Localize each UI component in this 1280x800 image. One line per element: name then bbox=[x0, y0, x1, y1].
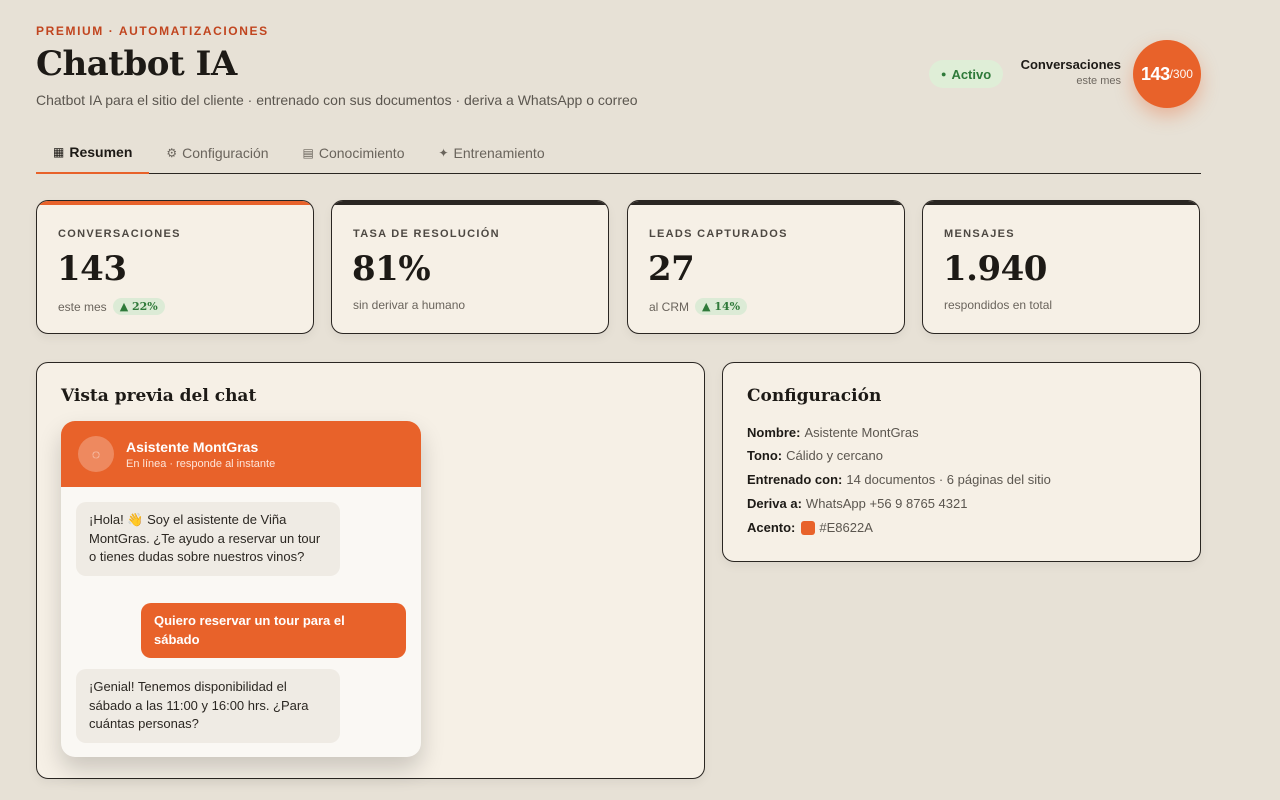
chat-message-bot: ¡Genial! Tenemos disponibilidad el sábad… bbox=[76, 669, 340, 743]
quota-used: 143 bbox=[1141, 63, 1170, 84]
tab-label: Configuración bbox=[182, 145, 269, 161]
stat-sub: al CRM ▲ 14% bbox=[649, 298, 748, 315]
document-icon: ▤ bbox=[302, 146, 314, 160]
config-value: Asistente MontGras bbox=[804, 425, 919, 440]
stat-card-tasa-resolucion: TASA DE RESOLUCIÓN 81% sin derivar a hum… bbox=[331, 200, 609, 334]
chat-widget[interactable]: ◌ Asistente MontGras En línea · responde… bbox=[61, 421, 421, 757]
config-key: Entrenado con: bbox=[747, 472, 843, 487]
config-row-route: Deriva a: WhatsApp +56 9 8765 4321 bbox=[747, 496, 967, 511]
page-title: Chatbot IA bbox=[36, 44, 237, 84]
config-key: Tono: bbox=[747, 448, 783, 463]
stat-sub-text: este mes bbox=[58, 299, 107, 314]
stat-label: MENSAJES bbox=[944, 228, 1015, 240]
tab-label: Entrenamiento bbox=[453, 145, 545, 161]
tab-resumen[interactable]: ▦ Resumen bbox=[36, 132, 150, 174]
panel-title: Configuración bbox=[747, 386, 882, 406]
conversations-counter-label: Conversaciones este mes bbox=[1021, 57, 1121, 87]
config-key: Nombre: bbox=[747, 425, 801, 440]
page-subtitle: Chatbot IA para el sitio del cliente · e… bbox=[36, 92, 638, 108]
stat-sub: sin derivar a humano bbox=[353, 298, 465, 312]
gear-icon: ⚙ bbox=[166, 146, 178, 160]
bot-name: Asistente MontGras bbox=[126, 438, 259, 455]
stat-card-conversaciones: CONVERSACIONES 143 este mes ▲ 22% bbox=[36, 200, 314, 334]
section-eyebrow: PREMIUM · AUTOMATIZACIONES bbox=[36, 24, 269, 38]
bot-avatar-icon: ◌ bbox=[78, 436, 114, 472]
tab-bar: ▦ Resumen ⚙ Configuración ▤ Conocimiento… bbox=[36, 132, 1201, 174]
status-dot-icon: ● bbox=[941, 69, 947, 79]
sparkle-icon: ✦ bbox=[438, 146, 449, 160]
stat-value: 143 bbox=[57, 249, 127, 289]
grid-icon: ▦ bbox=[53, 145, 65, 159]
status-badge: ● Activo bbox=[929, 60, 1004, 88]
config-value: #E8622A bbox=[819, 520, 873, 535]
stat-label: LEADS CAPTURADOS bbox=[649, 228, 788, 240]
chat-message-bot: ¡Hola! 👋 Soy el asistente de Viña MontGr… bbox=[76, 502, 340, 576]
chat-message-user: Quiero reservar un tour para el sábado bbox=[141, 603, 406, 658]
bot-status: En línea · responde al instante bbox=[126, 457, 276, 470]
stat-value: 81% bbox=[352, 249, 431, 289]
stat-card-mensajes: MENSAJES 1.940 respondidos en total bbox=[922, 200, 1200, 334]
config-key: Deriva a: bbox=[747, 496, 802, 511]
config-key: Acento: bbox=[747, 520, 796, 535]
chat-preview-panel: Vista previa del chat ◌ Asistente MontGr… bbox=[36, 362, 705, 779]
config-value: 14 documentos · 6 páginas del sitio bbox=[846, 472, 1051, 487]
stat-sub-text: al CRM bbox=[649, 299, 690, 314]
stat-sub: respondidos en total bbox=[944, 298, 1052, 312]
stat-sub: este mes ▲ 22% bbox=[58, 298, 165, 315]
stat-label: CONVERSACIONES bbox=[58, 228, 181, 240]
conversations-label: Conversaciones bbox=[1020, 57, 1121, 72]
stat-sub-text: sin derivar a humano bbox=[353, 298, 466, 312]
config-panel: Configuración Nombre: Asistente MontGras… bbox=[722, 362, 1201, 562]
conversations-period: este mes bbox=[1076, 75, 1121, 87]
stat-delta-badge: ▲ 22% bbox=[112, 298, 165, 315]
status-badge-label: Activo bbox=[951, 66, 992, 82]
tab-configuracion[interactable]: ⚙ Configuración bbox=[149, 132, 285, 174]
tab-entrenamiento[interactable]: ✦ Entrenamiento bbox=[421, 132, 561, 174]
config-row-trained: Entrenado con: 14 documentos · 6 páginas… bbox=[747, 472, 1051, 487]
config-value: Cálido y cercano bbox=[786, 448, 883, 463]
stat-card-leads: LEADS CAPTURADOS 27 al CRM ▲ 14% bbox=[627, 200, 905, 334]
config-row-accent: Acento: #E8622A bbox=[747, 520, 873, 535]
accent-color-swatch bbox=[801, 520, 816, 535]
quota-badge: 143/300 bbox=[1133, 40, 1201, 108]
stat-delta-badge: ▲ 14% bbox=[695, 298, 748, 315]
config-row-name: Nombre: Asistente MontGras bbox=[747, 425, 919, 440]
config-value: WhatsApp +56 9 8765 4321 bbox=[805, 496, 968, 511]
quota-total: /300 bbox=[1169, 67, 1193, 81]
stat-value: 1.940 bbox=[943, 249, 1047, 289]
config-row-tone: Tono: Cálido y cercano bbox=[747, 448, 883, 463]
chat-header: ◌ Asistente MontGras En línea · responde… bbox=[61, 421, 421, 487]
stat-value: 27 bbox=[648, 249, 695, 289]
tab-label: Conocimiento bbox=[318, 145, 405, 161]
stat-sub-text: respondidos en total bbox=[944, 298, 1053, 312]
stat-label: TASA DE RESOLUCIÓN bbox=[353, 228, 500, 240]
panel-title: Vista previa del chat bbox=[61, 386, 257, 406]
tab-conocimiento[interactable]: ▤ Conocimiento bbox=[286, 132, 422, 174]
tab-label: Resumen bbox=[69, 144, 133, 160]
